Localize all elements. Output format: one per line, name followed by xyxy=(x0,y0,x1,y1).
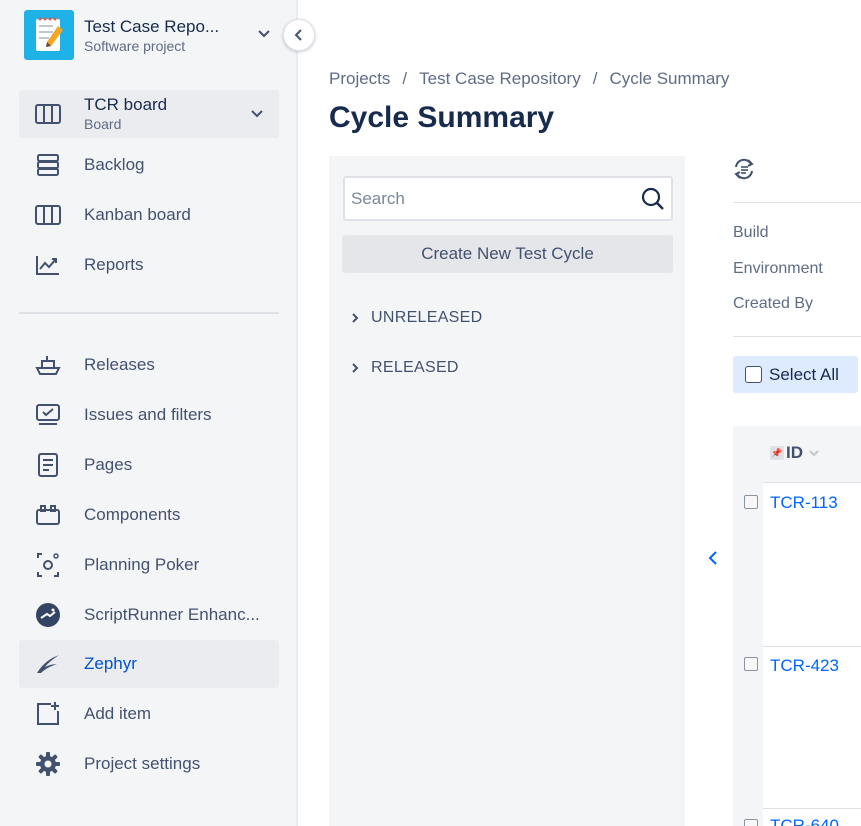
kanban-icon xyxy=(35,203,61,227)
tree-node-unreleased[interactable]: UNRELEASED xyxy=(351,306,482,330)
search-box xyxy=(343,176,673,221)
project-title: Test Case Repo... xyxy=(84,16,220,36)
chevron-down-icon[interactable] xyxy=(808,449,820,457)
sidebar-item-reports[interactable]: Reports xyxy=(19,241,279,289)
sidebar-item-components[interactable]: Components xyxy=(19,491,279,539)
breadcrumb-repository[interactable]: Test Case Repository xyxy=(419,69,581,88)
create-test-cycle-button[interactable]: Create New Test Cycle xyxy=(342,235,673,273)
table-row-link[interactable]: TCR-113 xyxy=(770,493,838,513)
board-icon xyxy=(35,102,61,126)
id-header-label: ID xyxy=(786,443,803,462)
row-divider xyxy=(763,646,861,647)
build-label: Build xyxy=(733,224,769,241)
project-header[interactable]: Test Case Repo... Software project xyxy=(24,10,274,60)
chevron-right-icon xyxy=(351,363,365,373)
sidebar-item-label: Components xyxy=(84,505,181,524)
sidebar-item-label: Backlog xyxy=(84,155,145,174)
breadcrumb: Projects / Test Case Repository / Cycle Summ… xyxy=(329,69,729,89)
scriptrunner-icon xyxy=(35,603,61,627)
zephyr-icon xyxy=(35,652,61,676)
sidebar-item-issues-and-filters[interactable]: Issues and filters xyxy=(19,391,279,439)
select-all-button[interactable]: Select All xyxy=(733,356,858,393)
planning-poker-icon xyxy=(35,553,61,577)
board-label: TCR board xyxy=(84,95,168,114)
grid-checkbox-column xyxy=(733,426,763,826)
sidebar-item-project-settings[interactable]: Project settings xyxy=(19,740,279,788)
row-checkbox[interactable] xyxy=(744,819,758,826)
sidebar-item-label: Reports xyxy=(84,255,144,274)
chevron-left-icon xyxy=(294,29,302,41)
project-subtitle: Software project xyxy=(84,37,186,54)
row-checkbox[interactable] xyxy=(744,657,758,671)
sidebar-item-label: Add item xyxy=(84,704,152,723)
refresh-icon[interactable] xyxy=(731,156,757,182)
search-icon[interactable] xyxy=(641,187,665,211)
sidebar-item-tcr-board[interactable]: TCR board Board xyxy=(19,90,279,138)
sidebar-item-label: Zephyr xyxy=(84,654,137,673)
tree-node-label: UNRELEASED xyxy=(371,309,483,326)
created-by-label: Created By xyxy=(733,295,814,312)
board-sublabel: Board xyxy=(84,116,122,132)
add-item-icon xyxy=(35,702,61,726)
pages-icon xyxy=(35,453,61,477)
collapse-tree-chevron-icon[interactable] xyxy=(705,549,721,567)
sidebar: Test Case Repo... Software project TCR b… xyxy=(0,0,298,826)
row-divider xyxy=(763,808,861,809)
gear-icon xyxy=(35,752,61,776)
sidebar-item-label: Releases xyxy=(84,355,155,374)
sidebar-item-add-item[interactable]: Add item xyxy=(19,690,279,738)
sidebar-item-label: Kanban board xyxy=(84,205,191,224)
page-title: Cycle Summary xyxy=(329,101,555,134)
sidebar-item-label: ScriptRunner Enhanc... xyxy=(84,605,260,624)
sidebar-item-kanban-board[interactable]: Kanban board xyxy=(19,191,279,239)
chevron-down-icon[interactable] xyxy=(247,104,267,124)
backlog-icon xyxy=(35,153,61,177)
sidebar-item-zephyr[interactable]: Zephyr xyxy=(19,640,279,688)
row-checkbox[interactable] xyxy=(744,495,758,509)
divider xyxy=(733,202,861,203)
tree-node-label: RELEASED xyxy=(371,359,459,376)
sidebar-item-planning-poker[interactable]: Planning Poker xyxy=(19,541,279,589)
pin-icon[interactable]: 📌 xyxy=(770,446,784,460)
sidebar-item-label: Pages xyxy=(84,455,133,474)
cycle-tree-panel: Create New Test Cycle UNRELEASED RELEASE… xyxy=(329,156,685,826)
sidebar-item-label: Project settings xyxy=(84,754,201,773)
chevron-right-icon xyxy=(351,313,365,323)
sidebar-divider xyxy=(19,312,279,314)
chevron-down-icon[interactable] xyxy=(254,24,274,44)
table-row-link[interactable]: TCR-640 xyxy=(770,816,839,826)
sidebar-item-label: Planning Poker xyxy=(84,555,200,574)
environment-label: Environment xyxy=(733,260,823,277)
components-icon xyxy=(35,503,61,527)
sidebar-item-releases[interactable]: Releases xyxy=(19,341,279,389)
sidebar-item-pages[interactable]: Pages xyxy=(19,441,279,489)
project-avatar xyxy=(24,10,74,60)
breadcrumb-current[interactable]: Cycle Summary xyxy=(609,69,729,88)
tree-node-released[interactable]: RELEASED xyxy=(351,356,459,380)
breadcrumb-separator: / xyxy=(592,69,598,88)
releases-icon xyxy=(35,353,61,377)
search-input[interactable] xyxy=(351,178,631,219)
sidebar-item-scriptrunner[interactable]: ScriptRunner Enhanc... xyxy=(19,591,279,639)
collapse-sidebar-button[interactable] xyxy=(283,19,315,51)
table-row-link[interactable]: TCR-423 xyxy=(770,656,839,676)
breadcrumb-separator: / xyxy=(402,69,408,88)
reports-icon xyxy=(35,253,61,277)
select-all-label: Select All xyxy=(769,364,839,384)
issues-icon xyxy=(35,403,61,427)
checkbox-icon xyxy=(745,366,762,383)
sidebar-item-label: Issues and filters xyxy=(84,405,212,424)
id-column-header[interactable]: 📌 ID xyxy=(770,443,820,463)
breadcrumb-projects[interactable]: Projects xyxy=(329,69,390,88)
sidebar-item-backlog[interactable]: Backlog xyxy=(19,141,279,189)
divider xyxy=(733,336,861,337)
